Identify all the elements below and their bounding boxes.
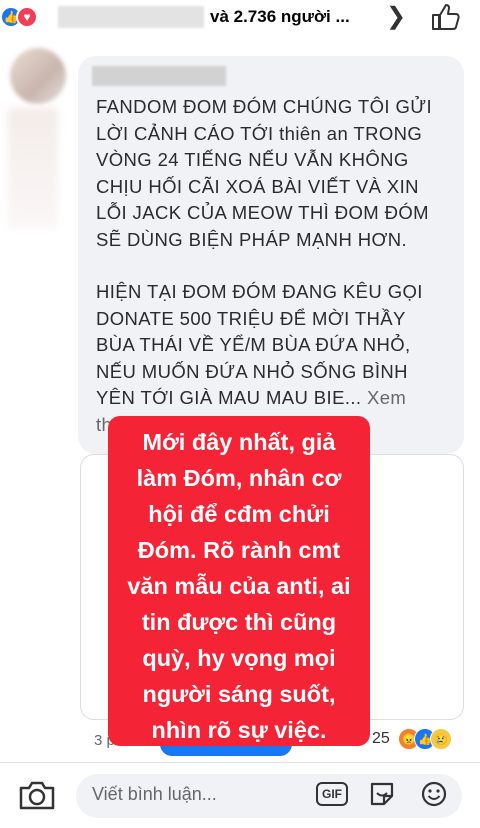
divider [0,762,480,763]
comment-bubble[interactable]: FANDOM ĐOM ĐÓM CHÚNG TÔI GỬI LỜI CẢNH CÁ… [78,56,464,454]
blurred-author-name[interactable] [92,66,226,86]
gif-icon[interactable]: GIF [316,782,348,806]
sad-icon: 😢 [430,728,452,750]
love-icon: ♥ [16,6,38,28]
reactors-text[interactable]: và 2.736 người ... [210,7,350,27]
blurred-area [8,108,58,228]
comment-paragraph-1: FANDOM ĐOM ĐÓM CHÚNG TÔI GỬI LỜI CẢNH CÁ… [96,96,433,250]
annotation-text: Mới đây nhất, giả làm Đóm, nhân cơ hội đ… [127,429,351,743]
commenter-avatar[interactable] [10,48,66,104]
emoji-icon[interactable] [420,780,448,808]
sticker-icon[interactable] [368,780,396,808]
comment-paragraph-2: HIỆN TẠI ĐOM ĐÓM ĐANG KÊU GỌI DONATE 500… [96,279,456,438]
chevron-right-icon[interactable]: ❯ [386,2,406,31]
thumbs-up-icon[interactable] [430,3,460,31]
blurred-reactor-name [58,6,204,28]
reactions-header[interactable]: 👍 ♥ và 2.736 người ... ❯ [0,0,480,38]
reaction-count[interactable]: 25 [372,730,390,748]
comment-body: FANDOM ĐOM ĐÓM CHÚNG TÔI GỬI LỜI CẢNH CÁ… [96,94,456,464]
camera-icon[interactable] [18,778,56,812]
comment-placeholder[interactable]: Viết bình luận... [92,784,217,805]
